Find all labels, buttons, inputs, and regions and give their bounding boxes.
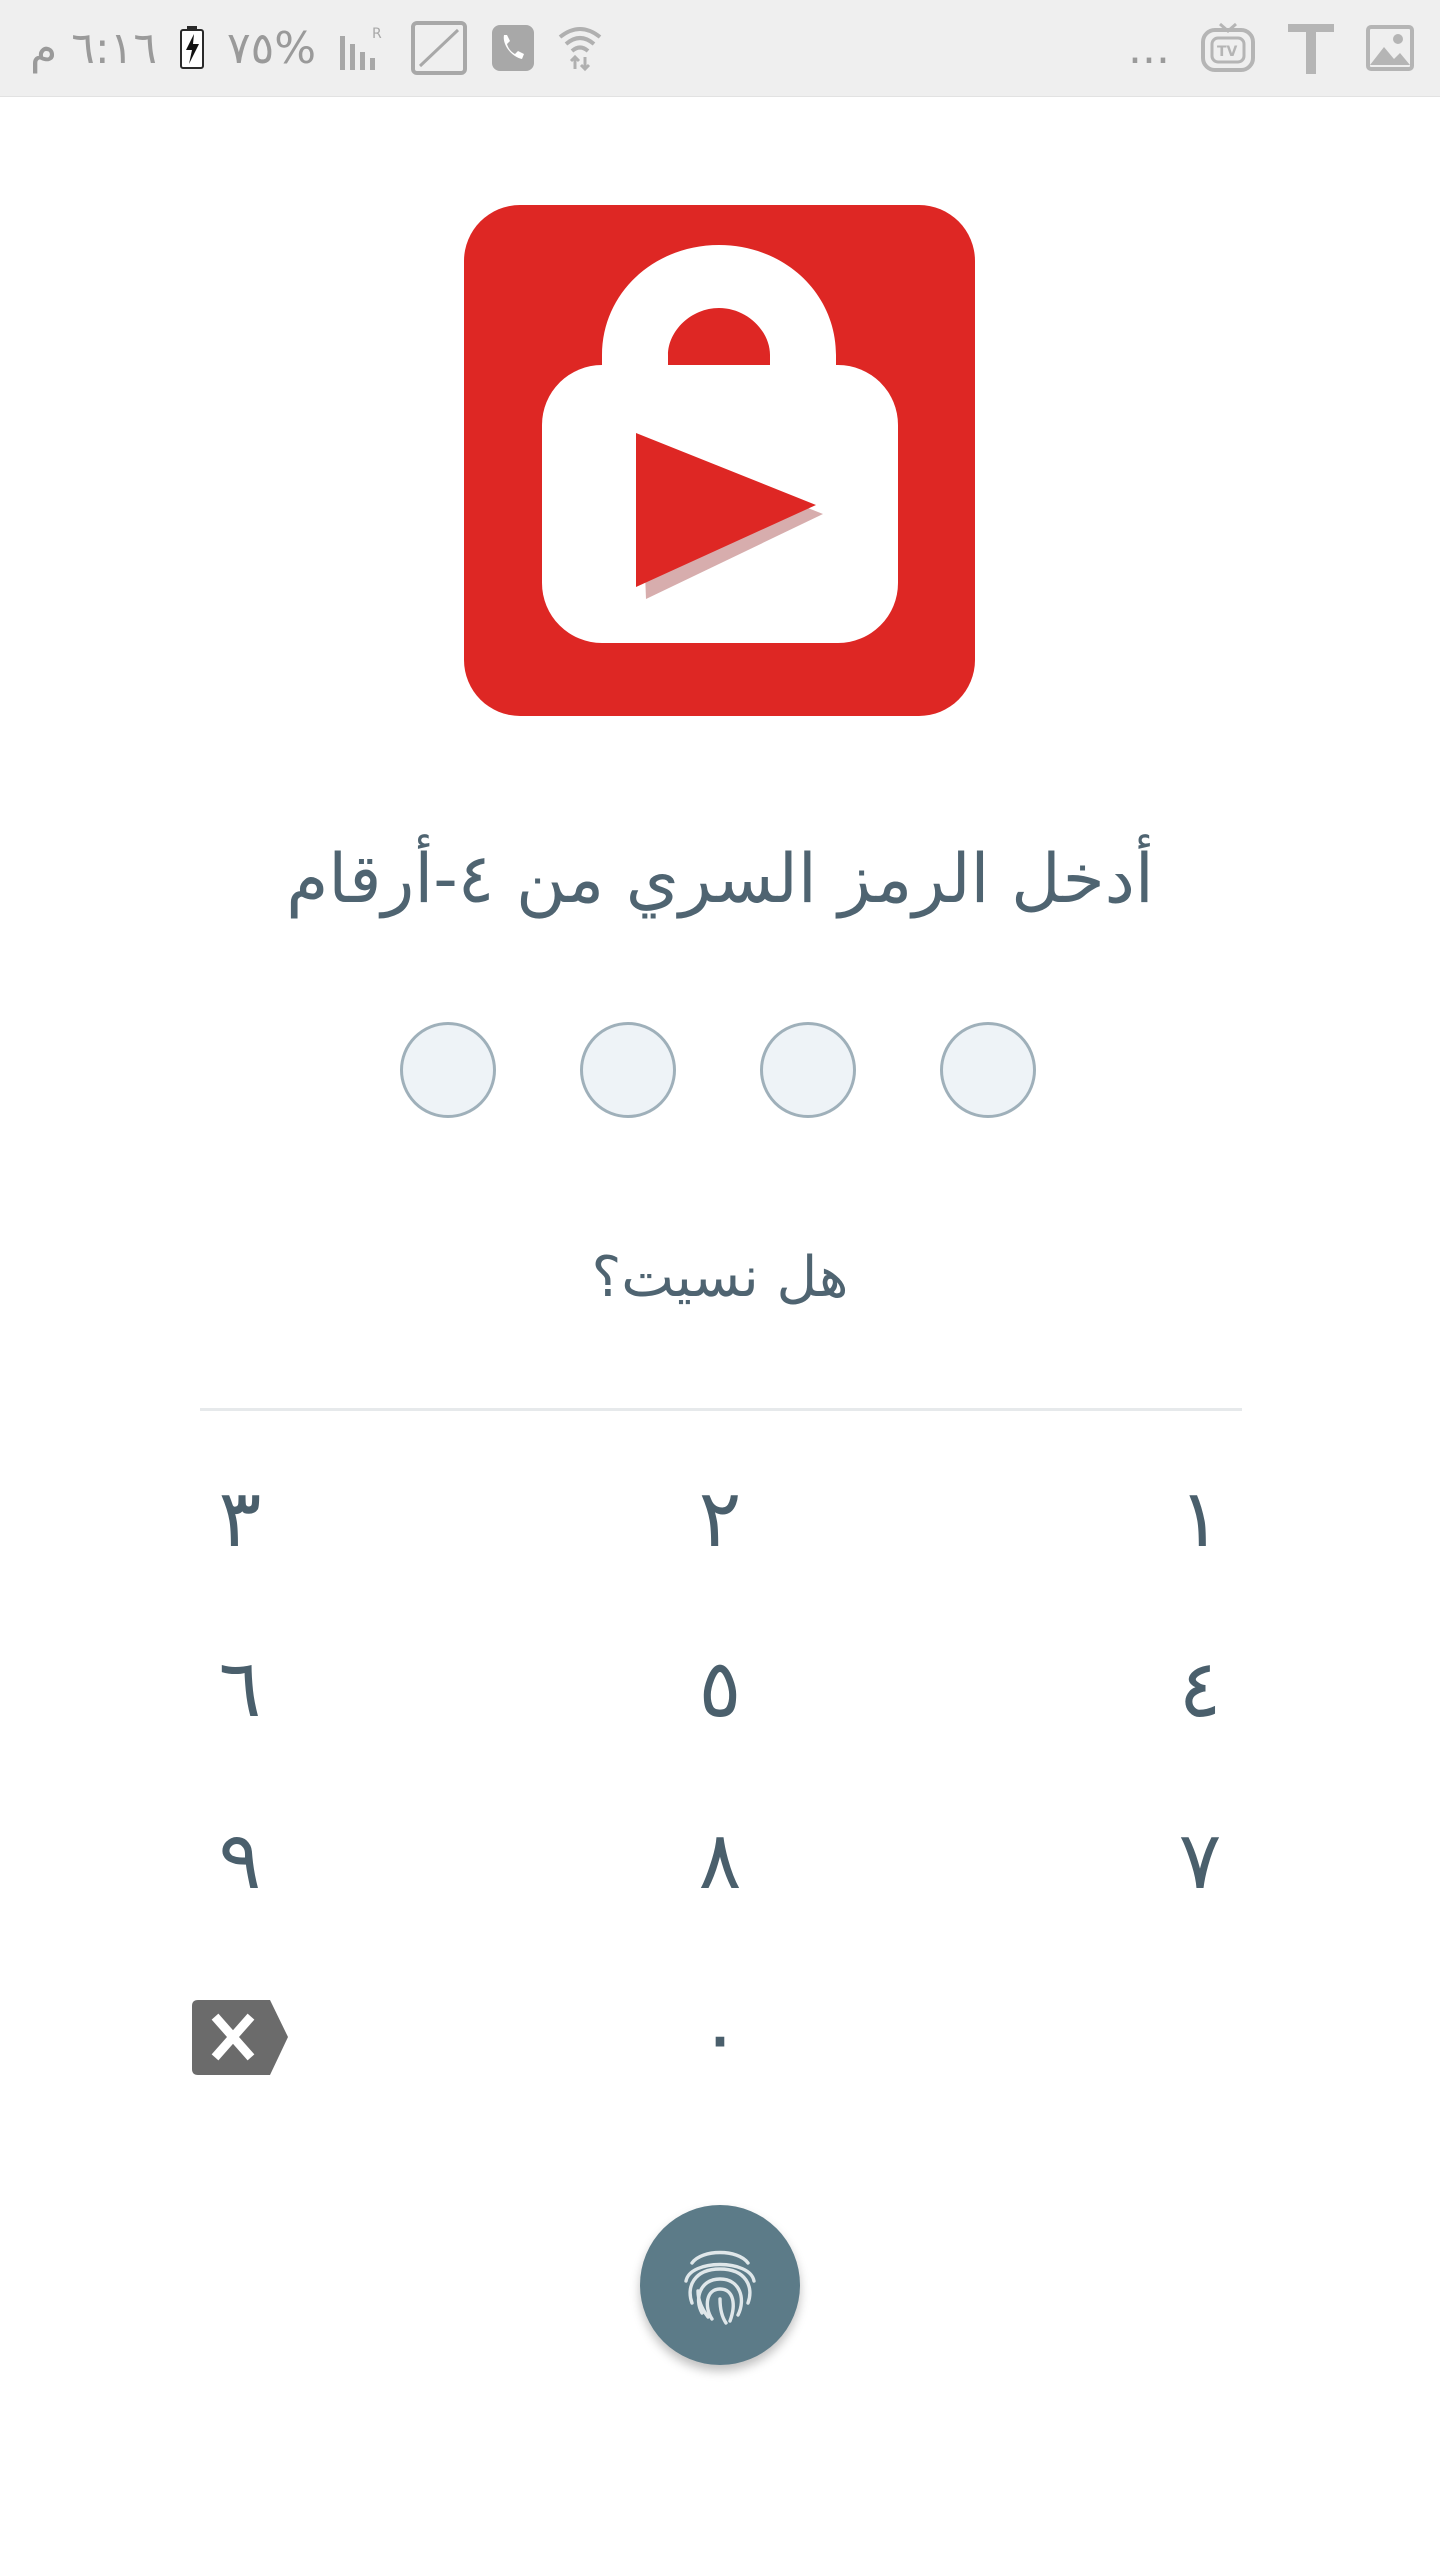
forgot-pin-link[interactable]: هل نسيت؟ [592,1245,849,1310]
key-5[interactable]: ٥ [590,1618,850,1758]
status-bar-right: ... TV [1128,0,1414,96]
key-9[interactable]: ٩ [110,1790,370,1930]
pin-prompt: أدخل الرمز السري من ٤-أرقام [286,840,1154,919]
status-time: ٦:١٦ م [30,22,157,74]
backspace-icon [192,2000,288,2075]
pin-dot [580,1022,676,1118]
pin-dot [760,1022,856,1118]
backspace-button[interactable] [192,2000,288,2075]
divider [200,1408,1242,1411]
fingerprint-button[interactable] [640,2205,800,2365]
pin-dot [400,1022,496,1118]
image-icon [1366,25,1414,71]
status-battery: %٧٥ [226,22,317,74]
overflow-dots-icon: ... [1128,22,1170,74]
call-icon [490,23,536,73]
fingerprint-icon [684,2250,756,2325]
charging-battery-icon [179,26,205,70]
no-sim-icon [410,20,468,76]
forgot-pin-row: هل نسيت؟ [0,1245,1440,1310]
key-4[interactable]: ٤ [1070,1618,1330,1758]
key-3[interactable]: ٣ [110,1448,370,1588]
tv-icon: TV [1200,22,1256,74]
svg-text:TV: TV [1217,44,1238,60]
svg-text:R: R [372,26,382,42]
key-2[interactable]: ٢ [590,1448,850,1588]
lock-play-icon [464,205,975,716]
key-0[interactable]: ٠ [590,1966,850,2106]
pin-dot [940,1022,1036,1118]
text-icon [1286,20,1336,76]
pin-indicator [0,1022,1440,1122]
status-bar-left: ٦:١٦ م %٧٥ R [30,0,602,96]
key-1[interactable]: ١ [1070,1448,1330,1588]
key-7[interactable]: ٧ [1070,1790,1330,1930]
key-8[interactable]: ٨ [590,1790,850,1930]
key-6[interactable]: ٦ [110,1618,370,1758]
status-bar: ٦:١٦ م %٧٥ R ... TV [0,0,1440,97]
signal-icon: R [338,24,388,72]
app-logo [464,205,975,716]
wifi-icon [558,23,602,73]
